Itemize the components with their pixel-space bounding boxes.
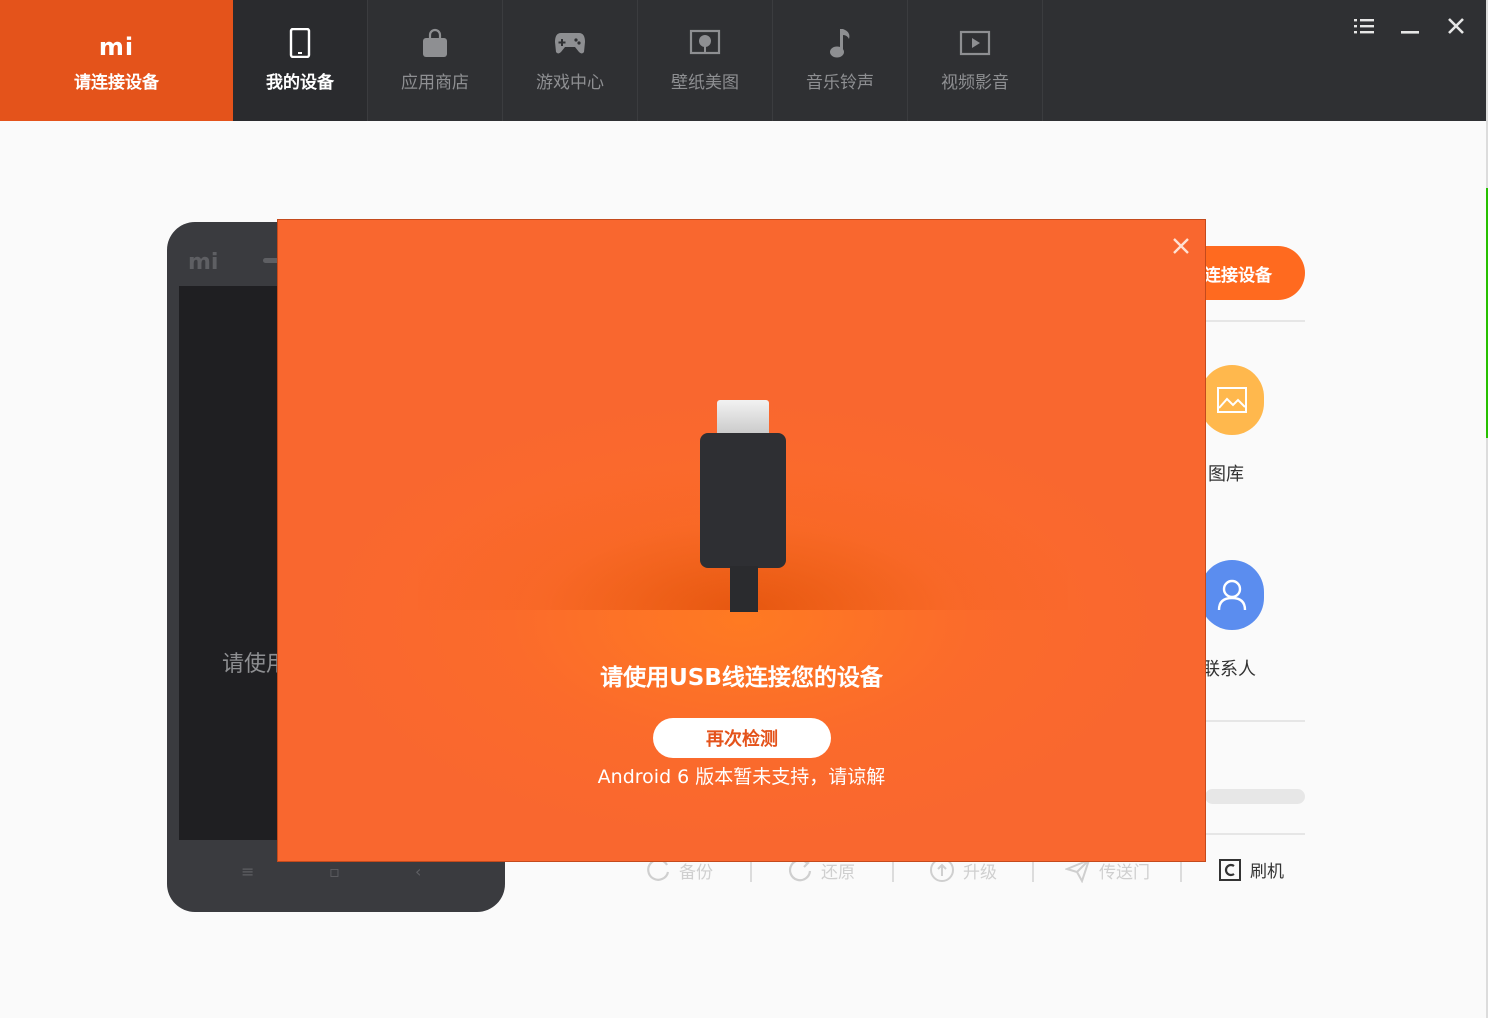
tab-label: 壁纸美图 bbox=[671, 73, 739, 93]
minimize-icon[interactable] bbox=[1394, 10, 1426, 42]
tab-app-store[interactable]: 应用商店 bbox=[368, 0, 503, 121]
android-support-note: Android 6 版本暂未支持，请谅解 bbox=[597, 766, 886, 788]
storage-progress-bar bbox=[1205, 789, 1305, 804]
brand-label: 请连接设备 bbox=[74, 73, 159, 93]
tool-separator bbox=[1032, 860, 1034, 882]
tab-label: 视频影音 bbox=[941, 73, 1009, 93]
dialog-close-icon[interactable] bbox=[1167, 232, 1195, 260]
tab-label: 游戏中心 bbox=[536, 73, 604, 93]
gallery-icon bbox=[1217, 387, 1247, 413]
flash-label: 刷机 bbox=[1250, 862, 1284, 882]
phone-icon bbox=[233, 27, 367, 59]
tab-wallpaper[interactable]: 壁纸美图 bbox=[638, 0, 773, 121]
close-icon[interactable] bbox=[1440, 10, 1472, 42]
tab-label: 音乐铃声 bbox=[806, 73, 874, 93]
divider bbox=[1205, 833, 1305, 835]
picture-icon bbox=[638, 27, 772, 59]
play-video-icon bbox=[908, 27, 1042, 59]
gallery-button[interactable] bbox=[1200, 365, 1264, 435]
contacts-button[interactable] bbox=[1200, 560, 1264, 630]
menu-icon[interactable] bbox=[1348, 10, 1380, 42]
usb-cable bbox=[730, 566, 758, 612]
back-key-icon: ‹ bbox=[415, 862, 422, 881]
tab-label: 应用商店 bbox=[401, 73, 469, 93]
connect-usb-dialog: 请使用USB线连接您的设备 再次检测 Android 6 版本暂未支持，请谅解 bbox=[277, 219, 1206, 862]
tab-music[interactable]: 音乐铃声 bbox=[773, 0, 908, 121]
shopping-bag-icon bbox=[368, 27, 502, 59]
phone-logo: mi bbox=[188, 250, 219, 275]
music-note-icon bbox=[773, 27, 907, 59]
retry-detect-button[interactable]: 再次检测 bbox=[653, 718, 831, 758]
tool-separator bbox=[1180, 860, 1182, 882]
tab-video[interactable]: 视频影音 bbox=[908, 0, 1043, 121]
tool-separator bbox=[750, 860, 752, 882]
tool-separator bbox=[892, 860, 894, 882]
flash-button[interactable]: 刷机 bbox=[1218, 857, 1284, 882]
menu-key-icon: ≡ bbox=[241, 862, 255, 881]
divider bbox=[1205, 320, 1305, 322]
top-bar: mi 请连接设备 我的设备 应用商店 游戏中心 壁纸美图 音乐铃声 视频影音 bbox=[0, 0, 1486, 121]
tab-my-device[interactable]: 我的设备 bbox=[233, 0, 368, 121]
gallery-label: 图库 bbox=[1208, 464, 1244, 485]
brand-tab[interactable]: mi 请连接设备 bbox=[0, 0, 233, 121]
flash-icon bbox=[1219, 858, 1241, 881]
contacts-icon bbox=[1217, 579, 1247, 611]
mi-logo: mi bbox=[98, 33, 135, 61]
home-key-icon: ▫ bbox=[329, 862, 340, 881]
dialog-headline: 请使用USB线连接您的设备 bbox=[600, 665, 883, 691]
usb-plug-tip bbox=[717, 400, 769, 436]
usb-plug-body bbox=[700, 433, 786, 568]
divider bbox=[1205, 720, 1305, 722]
tab-game-center[interactable]: 游戏中心 bbox=[503, 0, 638, 121]
contacts-label: 联系人 bbox=[1202, 659, 1256, 680]
gamepad-icon bbox=[503, 27, 637, 59]
tab-label: 我的设备 bbox=[266, 73, 334, 93]
